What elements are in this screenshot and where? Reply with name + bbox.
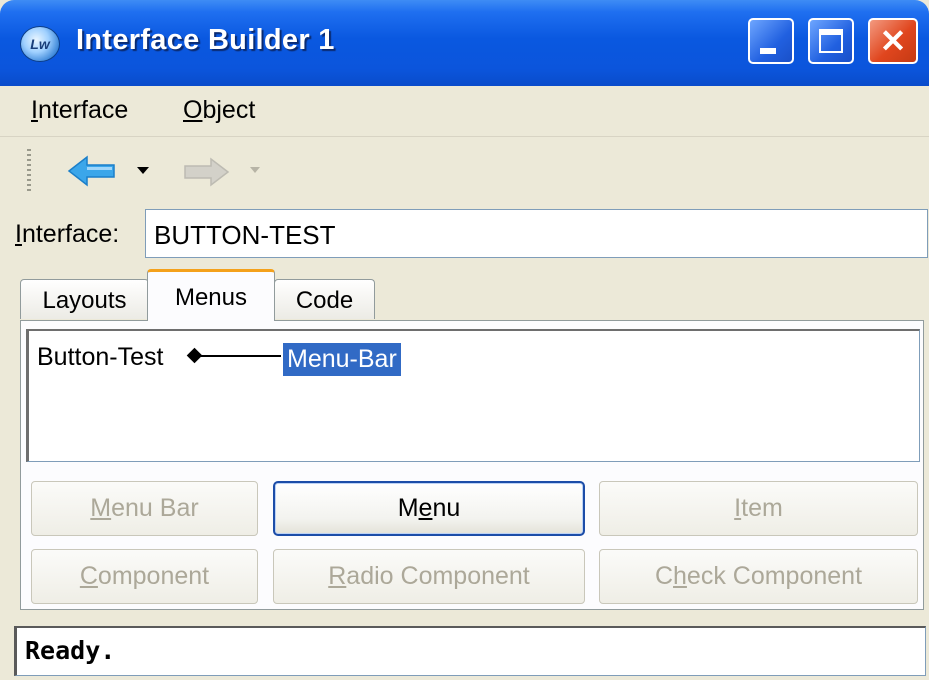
btn-menu-bar-post: enu Bar bbox=[111, 494, 199, 522]
back-dropdown-icon[interactable] bbox=[137, 167, 149, 174]
app-icon[interactable]: Lw bbox=[20, 26, 60, 62]
interface-name-input[interactable]: BUTTON-TEST bbox=[145, 209, 928, 258]
btn-check-accel: h bbox=[673, 562, 687, 590]
menu-interface-label: nterface bbox=[37, 96, 129, 124]
check-component-button[interactable]: Check Component bbox=[599, 549, 918, 604]
menu-interface-accel: I bbox=[31, 96, 38, 124]
menu-object-accel: O bbox=[183, 96, 203, 124]
interface-label: Interface: bbox=[15, 220, 119, 249]
tab-code[interactable]: Code bbox=[274, 279, 375, 319]
btn-menu-pre: M bbox=[397, 494, 419, 522]
btn-menu-post: nu bbox=[432, 494, 461, 522]
radio-component-button[interactable]: Radio Component bbox=[273, 549, 585, 604]
interface-label-text: nterface: bbox=[21, 220, 120, 248]
btn-radio-accel: R bbox=[328, 562, 347, 590]
status-text: Ready. bbox=[25, 636, 116, 665]
app-icon-text: Lw bbox=[30, 36, 50, 52]
btn-component-post: omponent bbox=[97, 562, 210, 590]
toolbar-grip[interactable] bbox=[27, 149, 31, 193]
close-icon: ✕ bbox=[879, 23, 907, 59]
btn-item-post: tem bbox=[741, 494, 783, 522]
interface-label-accel: I bbox=[15, 220, 22, 248]
tree-connector-dot bbox=[186, 347, 203, 364]
tree-node-root[interactable]: Button-Test bbox=[37, 343, 163, 372]
minimize-button[interactable] bbox=[748, 18, 794, 64]
btn-component-accel: C bbox=[79, 562, 98, 590]
interface-field-row: Interface: BUTTON-TEST bbox=[0, 208, 929, 262]
status-bar: Ready. bbox=[14, 626, 926, 676]
menu-tree[interactable]: Button-Test Menu-Bar bbox=[26, 329, 920, 462]
close-button[interactable]: ✕ bbox=[868, 18, 918, 64]
btn-menu-accel: e bbox=[418, 494, 433, 522]
menu-object[interactable]: Object bbox=[183, 96, 255, 125]
minimize-icon bbox=[760, 48, 776, 54]
menu-bar-button[interactable]: Menu Bar bbox=[31, 481, 258, 536]
tab-strip: Layouts Code Menus bbox=[0, 266, 929, 324]
maximize-icon bbox=[819, 29, 843, 53]
btn-check-post: eck Component bbox=[686, 562, 863, 590]
menu-button[interactable]: Menu bbox=[273, 481, 585, 536]
back-arrow-icon[interactable] bbox=[67, 155, 117, 187]
btn-radio-post: adio Component bbox=[346, 562, 530, 590]
item-button[interactable]: Item bbox=[599, 481, 918, 536]
menu-bar: Interface Object bbox=[0, 86, 929, 137]
menus-panel: Button-Test Menu-Bar Menu Bar Menu Item … bbox=[20, 320, 924, 610]
btn-check-pre: C bbox=[654, 562, 674, 590]
forward-arrow-icon bbox=[184, 157, 230, 187]
window-title: Interface Builder 1 bbox=[76, 24, 335, 56]
interface-builder-window: Lw Interface Builder 1 ✕ Interface Objec… bbox=[0, 0, 929, 680]
tree-node-menu-bar[interactable]: Menu-Bar bbox=[283, 343, 401, 376]
tab-menus[interactable]: Menus bbox=[147, 269, 275, 321]
toolbar bbox=[0, 137, 929, 206]
menu-object-label: bject bbox=[202, 96, 256, 124]
btn-menu-bar-accel: M bbox=[90, 494, 112, 522]
title-bar[interactable]: Lw Interface Builder 1 ✕ bbox=[0, 0, 929, 86]
maximize-button[interactable] bbox=[808, 18, 854, 64]
tab-layouts[interactable]: Layouts bbox=[20, 279, 149, 319]
component-button[interactable]: Component bbox=[31, 549, 258, 604]
menu-interface[interactable]: Interface bbox=[31, 96, 128, 125]
tree-connector-line bbox=[201, 355, 281, 357]
forward-dropdown-icon bbox=[250, 167, 260, 173]
